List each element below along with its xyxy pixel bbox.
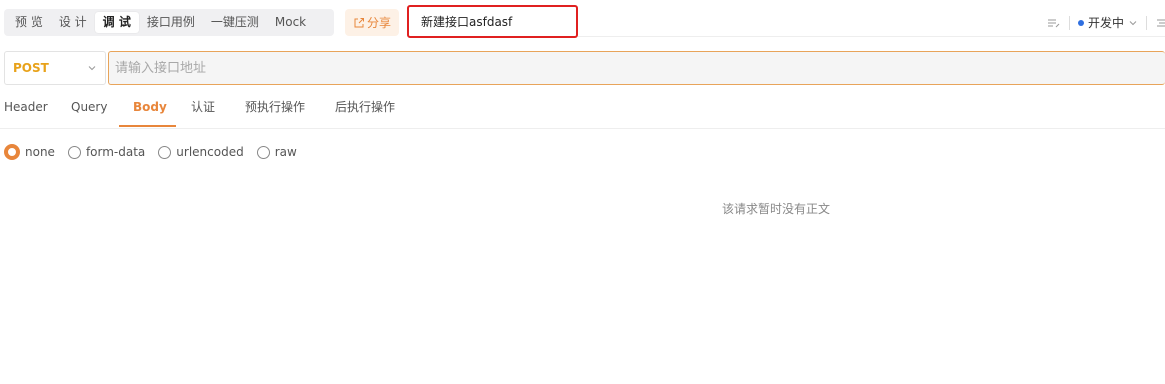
radio-form-data[interactable]: form-data <box>67 145 146 159</box>
radio-button[interactable] <box>256 145 270 159</box>
radio-label: none <box>25 145 55 159</box>
tab-post-request[interactable]: 后执行操作 <box>335 96 395 127</box>
divider <box>1068 15 1070 30</box>
status-label: 开发中 <box>1087 16 1124 30</box>
radio-none[interactable]: none <box>4 144 55 160</box>
empty-body-message: 该请求暂时没有正文 <box>722 202 831 216</box>
format-icon[interactable] <box>1047 17 1061 29</box>
tab-mock[interactable]: Mock <box>267 12 314 33</box>
radio-raw[interactable]: raw <box>256 145 297 159</box>
outline-icon[interactable] <box>1155 17 1165 29</box>
name-divider <box>578 36 1165 37</box>
status-dropdown[interactable]: 开发中 <box>1077 14 1138 31</box>
mode-tabs: 预 览 设 计 调 试 接口用例 一键压测 Mock <box>4 9 334 36</box>
radio-label: urlencoded <box>176 145 244 159</box>
tab-load-test[interactable]: 一键压测 <box>203 12 267 33</box>
tab-design[interactable]: 设 计 <box>51 12 95 33</box>
status-dot <box>1077 19 1084 26</box>
radio-urlencoded[interactable]: urlencoded <box>158 145 244 159</box>
share-button[interactable]: 分享 <box>345 9 399 36</box>
share-icon <box>353 17 365 29</box>
body-type-radios: none form-data urlencoded raw <box>4 143 310 161</box>
tab-auth[interactable]: 认证 <box>191 96 215 127</box>
api-name-field[interactable]: 新建接口asfdasf <box>407 5 578 38</box>
tab-api-cases[interactable]: 接口用例 <box>139 12 203 33</box>
radio-button[interactable] <box>67 145 81 159</box>
divider <box>1146 15 1147 30</box>
tab-body[interactable]: Body <box>133 96 167 127</box>
method-select[interactable]: POST <box>4 51 106 85</box>
tab-pre-request[interactable]: 预执行操作 <box>245 96 305 127</box>
radio-button[interactable] <box>4 144 20 160</box>
radio-label: form-data <box>85 145 146 159</box>
tab-query[interactable]: Query <box>71 96 107 127</box>
chevron-down-icon <box>87 63 97 73</box>
tab-header[interactable]: Header <box>4 96 48 127</box>
top-right-toolbar: 开发中 <box>1047 9 1165 36</box>
active-tab-indicator <box>119 125 176 127</box>
api-name-value: 新建接口asfdasf <box>421 15 513 29</box>
radio-button[interactable] <box>158 145 172 159</box>
chevron-down-icon <box>1128 18 1138 28</box>
url-input[interactable] <box>108 51 1165 85</box>
radio-label: raw <box>274 145 297 159</box>
share-label: 分享 <box>366 16 391 30</box>
request-tabs: Header Query Body 认证 预执行操作 后执行操作 <box>0 96 1165 129</box>
tab-debug[interactable]: 调 试 <box>94 12 139 33</box>
method-value: POST <box>13 61 49 75</box>
tab-preview[interactable]: 预 览 <box>7 12 51 33</box>
